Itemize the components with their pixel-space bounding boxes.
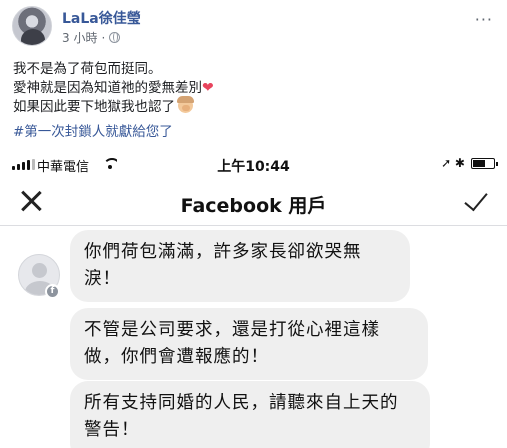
attached-screenshot[interactable]: 中華電信 上午10:44 ➚ ✱ Facebook 用戶 f 你們荷包滿滿，許多… (0, 148, 507, 448)
author-avatar[interactable] (12, 6, 52, 46)
hashtag-link[interactable]: #第一次封鎖人就獻給您了 (13, 120, 173, 140)
heart-emoji-icon: ❤ (202, 80, 214, 96)
author-name[interactable]: LaLa徐佳瑩 (62, 8, 141, 28)
facebook-post: LaLa徐佳瑩 3 小時 · ··· 我不是為了荷包而挺同。 愛神就是因為知道祂… (0, 0, 507, 148)
message-bubble[interactable]: 你們荷包滿滿，許多家長卻欲哭無淚！ (70, 230, 410, 302)
checkmark-icon[interactable] (461, 186, 487, 212)
post-time[interactable]: 3 小時 (62, 29, 97, 46)
globe-icon[interactable] (109, 32, 121, 43)
status-bar: 中華電信 上午10:44 ➚ ✱ (0, 148, 507, 180)
message-bubble[interactable]: 所有支持同婚的人民，請聽來自上天的警告！ (70, 381, 430, 448)
system-icons: ➚ ✱ (441, 156, 498, 170)
facepalm-emoji-icon (177, 96, 194, 113)
chat-title: Facebook 用戶 (180, 195, 327, 217)
more-options-icon[interactable]: ··· (475, 10, 493, 29)
message-thread: f 你們荷包滿滿，許多家長卻欲哭無淚！ 不管是公司要求，還是打從心裡這樣做，你們… (0, 228, 507, 448)
post-text-line-3: 如果因此要下地獄我也認了 (13, 96, 194, 117)
post-meta: 3 小時 · (62, 29, 121, 46)
message-bubble[interactable]: 不管是公司要求，還是打從心裡這樣做，你們會遭報應的！ (70, 308, 428, 380)
location-bluetooth-icon: ➚ ✱ (441, 156, 465, 170)
battery-icon (471, 157, 498, 169)
post-text-line-1: 我不是為了荷包而挺同。 (13, 61, 162, 77)
status-time: 上午10:44 (217, 159, 290, 175)
facebook-badge-icon: f (45, 284, 60, 299)
chat-navbar: Facebook 用戶 (0, 182, 507, 226)
